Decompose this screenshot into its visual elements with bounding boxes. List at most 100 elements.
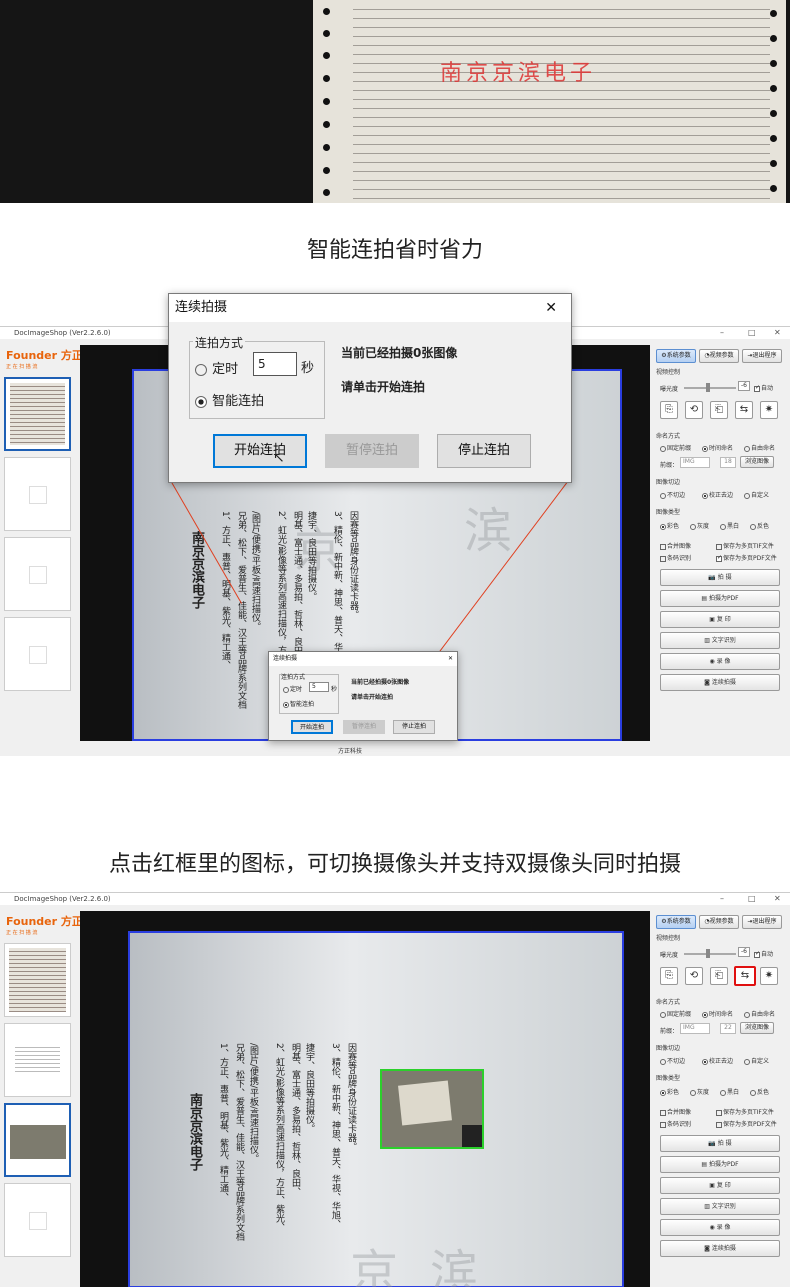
crop-none-radio[interactable]: 不切边 — [660, 1056, 685, 1065]
rotate-left-icon[interactable]: ⎘ — [660, 967, 678, 985]
exit-button[interactable]: ⇥退出程序 — [742, 915, 782, 929]
app-title: DocImageShop (Ver2.2.6.0) — [14, 895, 111, 903]
record-button[interactable]: ◉ 录 像 — [660, 1219, 780, 1236]
maximize-icon[interactable]: □ — [748, 327, 756, 339]
tab-system-params[interactable]: ⚙系统参数 — [656, 349, 696, 363]
timed-radio[interactable]: 定时 — [195, 358, 238, 377]
browse-images-button[interactable]: 浏览图像 — [740, 1022, 774, 1034]
exposure-slider[interactable] — [684, 949, 736, 958]
naming-time-radio[interactable]: 时间命名 — [702, 1009, 733, 1018]
maximize-icon[interactable]: □ — [748, 893, 756, 905]
close-icon[interactable]: ✕ — [774, 327, 781, 339]
auto-checkbox[interactable]: 自动 — [754, 949, 773, 958]
type-gray-radio[interactable]: 灰度 — [690, 521, 709, 530]
merge-checkbox[interactable]: 合并图像 — [660, 541, 691, 550]
capture-button[interactable]: 📷 拍 摄 — [660, 1135, 780, 1152]
auto-checkbox[interactable]: 自动 — [754, 383, 773, 392]
caption-smart-capture: 智能连拍省时省力 — [306, 238, 483, 263]
crop-deskew-radio[interactable]: 校正去边 — [702, 490, 733, 499]
continuous-capture-button[interactable]: ◙ 连续拍摄 — [660, 1240, 780, 1257]
type-invert-radio[interactable]: 反色 — [750, 1087, 769, 1096]
type-bw-radio[interactable]: 黑白 — [720, 521, 739, 530]
prefix-input[interactable]: IMG — [680, 457, 710, 468]
thumbnail-1[interactable] — [4, 943, 71, 1017]
start-capture-button[interactable]: 开始连拍 — [213, 434, 307, 468]
thumbnail-2[interactable] — [4, 457, 71, 531]
settings-icon[interactable]: ✷ — [760, 967, 778, 985]
pause-capture-button[interactable]: 暂停连拍 — [325, 434, 419, 468]
capture-pdf-button[interactable]: ▤ 拍摄为PDF — [660, 1156, 780, 1173]
smart-radio[interactable]: 智能连拍 — [195, 390, 264, 409]
ocr-button[interactable]: ▥ 文字识别 — [660, 1198, 780, 1215]
copy-button[interactable]: ▣ 复 印 — [660, 611, 780, 628]
thumbnail-1[interactable] — [4, 377, 71, 451]
exit-button[interactable]: ⇥退出程序 — [742, 349, 782, 363]
naming-time-radio[interactable]: 时间命名 — [702, 443, 733, 452]
prefix-label: 前缀： — [660, 1028, 679, 1035]
naming-fixed-radio[interactable]: 固定前缀 — [660, 443, 691, 452]
ocr-button[interactable]: ▥ 文字识别 — [660, 632, 780, 649]
browse-images-button[interactable]: 浏览图像 — [740, 456, 774, 468]
refresh-icon[interactable]: ⟲ — [685, 401, 703, 419]
thumbnail-4[interactable] — [4, 617, 71, 691]
prefix-input[interactable]: IMG — [680, 1023, 710, 1034]
mini-smart-radio[interactable]: 智能连拍 — [283, 699, 314, 708]
switch-camera-icon[interactable]: ⇆ — [735, 401, 753, 419]
exposure-value[interactable]: -6 — [738, 947, 750, 957]
copy-button[interactable]: ▣ 复 印 — [660, 1177, 780, 1194]
sequence-input[interactable]: 22 — [720, 1023, 736, 1034]
type-color-radio[interactable]: 彩色 — [660, 1087, 679, 1096]
save-pdf-checkbox[interactable]: 保存为多页PDF文件 — [716, 1119, 777, 1128]
save-pdf-checkbox[interactable]: 保存为多页PDF文件 — [716, 553, 777, 562]
sprocket-hole — [770, 135, 777, 142]
crop-deskew-radio[interactable]: 校正去边 — [702, 1056, 733, 1065]
secondary-camera-view[interactable] — [380, 1069, 484, 1149]
record-button[interactable]: ◉ 录 像 — [660, 653, 780, 670]
naming-custom-radio[interactable]: 自由命名 — [744, 443, 775, 452]
mini-timed-radio[interactable]: 定时 — [283, 684, 302, 693]
doc-line: 因赛等品牌身份证读卡器。 — [346, 1043, 356, 1151]
tab-system-params[interactable]: ⚙系统参数 — [656, 915, 696, 929]
capture-pdf-button[interactable]: ▤ 拍摄为PDF — [660, 590, 780, 607]
thumbnail-2[interactable] — [4, 1023, 71, 1097]
interval-input[interactable]: 5 — [253, 352, 297, 376]
switch-camera-icon[interactable]: ⇆ — [734, 966, 756, 986]
exposure-value[interactable]: -6 — [738, 381, 750, 391]
rotate-right-icon[interactable]: ⎗ — [710, 967, 728, 985]
minimize-icon[interactable]: – — [720, 327, 724, 339]
exposure-label: 曝光度 — [660, 386, 679, 393]
settings-icon[interactable]: ✷ — [760, 401, 778, 419]
save-tif-checkbox[interactable]: 保存为多页TIF文件 — [716, 1107, 774, 1116]
type-color-radio[interactable]: 彩色 — [660, 521, 679, 530]
crop-none-radio[interactable]: 不切边 — [660, 490, 685, 499]
tab-video-params[interactable]: ◔视频参数 — [699, 349, 739, 363]
close-icon[interactable]: ✕ — [774, 893, 781, 905]
crop-custom-radio[interactable]: 自定义 — [744, 490, 769, 499]
save-tif-checkbox[interactable]: 保存为多页TIF文件 — [716, 541, 774, 550]
refresh-icon[interactable]: ⟲ — [685, 967, 703, 985]
barcode-checkbox[interactable]: 条码识别 — [660, 553, 691, 562]
type-gray-radio[interactable]: 灰度 — [690, 1087, 709, 1096]
naming-custom-radio[interactable]: 自由命名 — [744, 1009, 775, 1018]
crop-custom-radio[interactable]: 自定义 — [744, 1056, 769, 1065]
capture-button[interactable]: 📷 拍 摄 — [660, 569, 780, 586]
thumbnail-3[interactable] — [4, 1103, 71, 1177]
thumbnail-4[interactable] — [4, 1183, 71, 1257]
sequence-input[interactable]: 18 — [720, 457, 736, 468]
close-icon[interactable]: ✕ — [545, 294, 557, 322]
continuous-capture-button[interactable]: ◙ 连续拍摄 — [660, 674, 780, 691]
thumbnail-3[interactable] — [4, 537, 71, 611]
stop-capture-button[interactable]: 停止连拍 — [437, 434, 531, 468]
minimize-icon[interactable]: – — [720, 893, 724, 905]
type-bw-radio[interactable]: 黑白 — [720, 1087, 739, 1096]
merge-checkbox[interactable]: 合并图像 — [660, 1107, 691, 1116]
type-invert-radio[interactable]: 反色 — [750, 521, 769, 530]
rotate-right-icon[interactable]: ⎗ — [710, 401, 728, 419]
rotate-left-icon[interactable]: ⎘ — [660, 401, 678, 419]
close-icon[interactable]: ✕ — [448, 652, 453, 666]
tab-video-params[interactable]: ◔视频参数 — [699, 915, 739, 929]
naming-fixed-radio[interactable]: 固定前缀 — [660, 1009, 691, 1018]
camera-preview[interactable]: 京 滨 南京京滨电子 1、方正、惠普、明基、紫光、精工通、 兄弟、松下、爱普生、… — [80, 911, 650, 1287]
barcode-checkbox[interactable]: 条码识别 — [660, 1119, 691, 1128]
exposure-slider[interactable] — [684, 383, 736, 392]
